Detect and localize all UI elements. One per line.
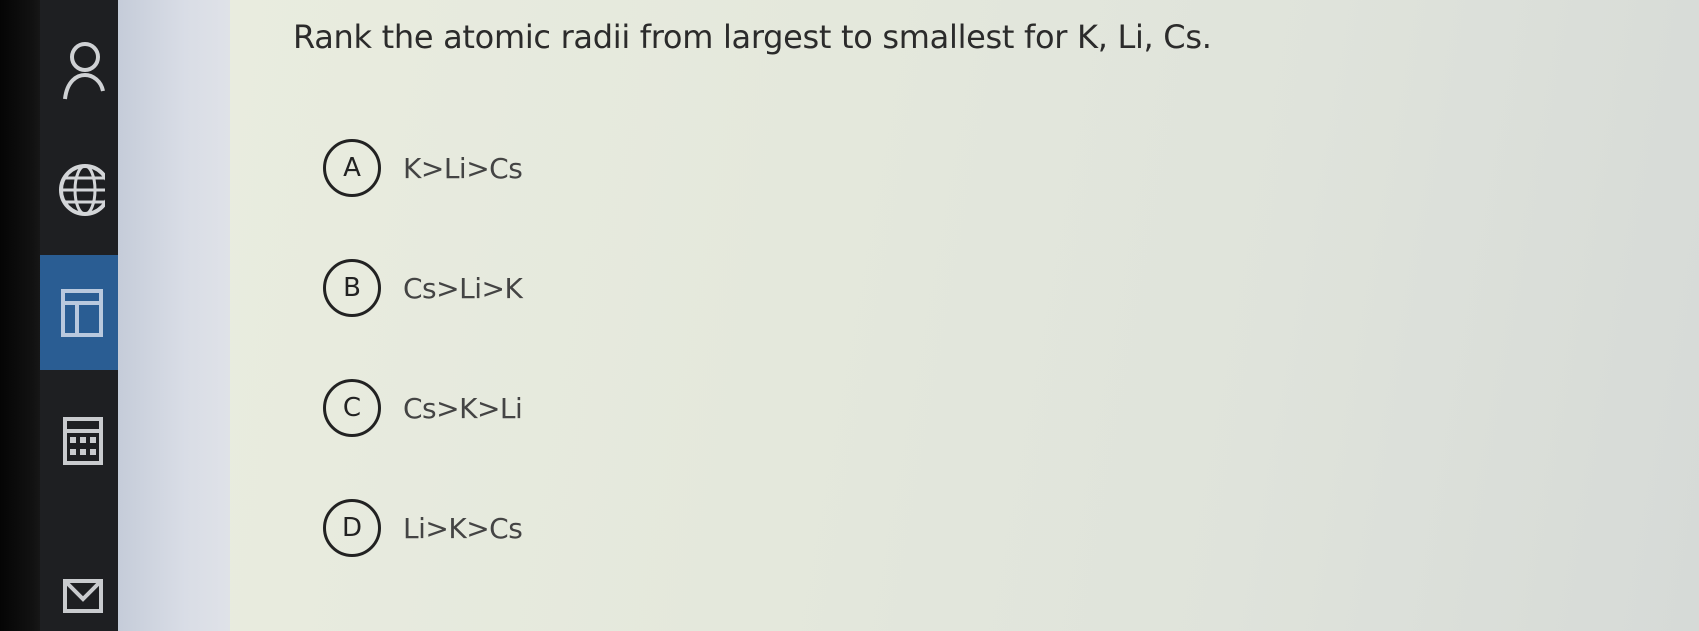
person-icon: [63, 42, 105, 100]
option-label[interactable]: Li>K>Cs: [403, 512, 523, 545]
option-letter-circle[interactable]: B: [323, 259, 381, 317]
side-panel: [118, 0, 231, 631]
option-label[interactable]: K>Li>Cs: [403, 152, 523, 185]
layout-icon: [61, 288, 103, 337]
question-text: Rank the atomic radii from largest to sm…: [293, 18, 1212, 56]
option-label[interactable]: Cs>Li>K: [403, 272, 523, 305]
option-label[interactable]: Cs>K>Li: [403, 392, 523, 425]
option-d[interactable]: D Li>K>Cs: [323, 496, 523, 560]
nav-item-calendar[interactable]: [40, 385, 120, 495]
nav-item-layout[interactable]: [40, 255, 120, 370]
nav-item-profile[interactable]: [40, 20, 120, 120]
option-c[interactable]: C Cs>K>Li: [323, 376, 523, 440]
option-letter-circle[interactable]: C: [323, 379, 381, 437]
globe-icon: [59, 164, 105, 216]
mail-icon: [63, 578, 103, 613]
answer-options: A K>Li>Cs B Cs>Li>K C Cs>K>Li D Li>K>Cs: [323, 136, 523, 616]
main-content: Rank the atomic radii from largest to sm…: [230, 0, 1699, 631]
option-letter-circle[interactable]: A: [323, 139, 381, 197]
screen: Rank the atomic radii from largest to sm…: [0, 0, 1699, 631]
calendar-icon: [63, 417, 103, 465]
nav-item-browse[interactable]: [40, 135, 120, 245]
nav-item-mail[interactable]: [40, 560, 120, 631]
option-letter-circle[interactable]: D: [323, 499, 381, 557]
option-a[interactable]: A K>Li>Cs: [323, 136, 523, 200]
nav-rail: [40, 0, 120, 631]
option-b[interactable]: B Cs>Li>K: [323, 256, 523, 320]
